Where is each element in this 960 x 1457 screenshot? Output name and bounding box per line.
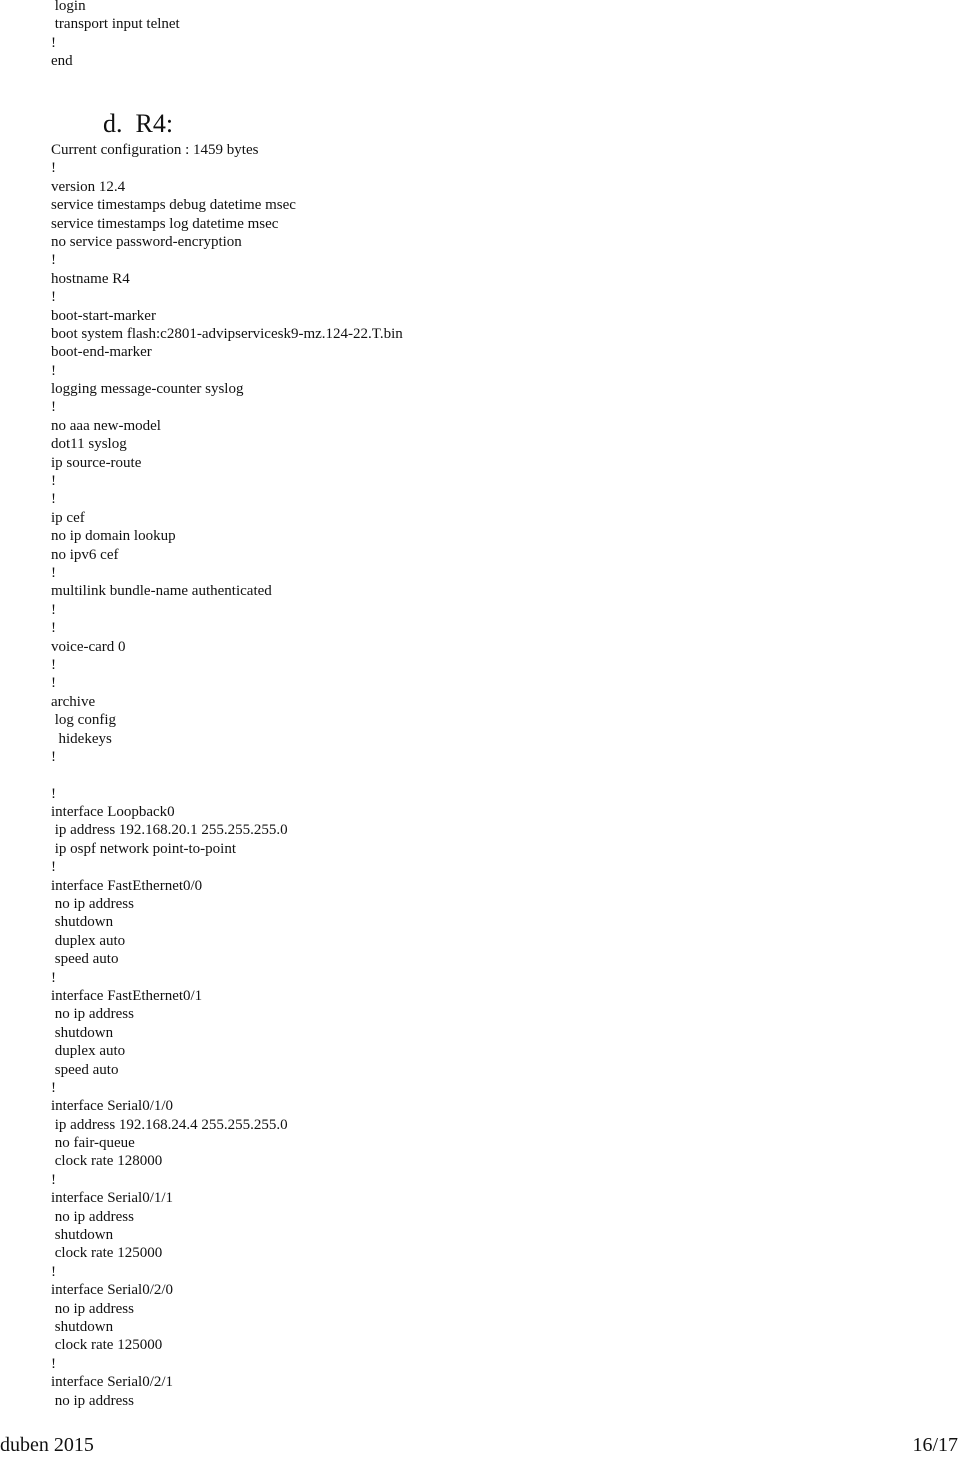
config-line: !	[51, 785, 56, 802]
config-line: speed auto	[51, 951, 119, 968]
config-line: ip cef	[51, 509, 85, 526]
config-line: !	[51, 252, 56, 269]
config-line: service timestamps log datetime msec	[51, 215, 279, 232]
config-line: no aaa new-model	[51, 417, 161, 434]
config-line: interface Serial0/1/1	[51, 1190, 174, 1207]
config-line: clock rate 125000	[51, 1245, 163, 1262]
config-line: clock rate 125000	[51, 1337, 163, 1354]
config-line: !	[51, 656, 56, 673]
config-line: interface FastEthernet0/0	[51, 877, 203, 894]
config-line: no ip address	[51, 1392, 134, 1409]
config-line: no ip address	[51, 896, 134, 913]
config-line: !	[51, 620, 56, 637]
config-line: shutdown	[51, 1227, 114, 1244]
config-line: duplex auto	[51, 1043, 126, 1060]
config-line: shutdown	[51, 1024, 114, 1041]
config-line: ip ospf network point-to-point	[51, 840, 236, 857]
config-line: ip address 192.168.24.4 255.255.255.0	[51, 1116, 288, 1133]
config-line: boot-start-marker	[51, 307, 156, 324]
config-line: hostname R4	[51, 270, 130, 287]
config-line: hidekeys	[51, 730, 112, 747]
config-line: version 12.4	[51, 178, 126, 195]
config-line: log config	[51, 712, 116, 729]
config-line: !	[51, 34, 56, 51]
config-line: end	[51, 53, 73, 70]
config-line: shutdown	[51, 1319, 114, 1335]
config-line: !	[51, 473, 56, 490]
config-line: transport input telnet	[51, 16, 180, 33]
config-line: !	[51, 1079, 56, 1096]
config-line: speed auto	[51, 1061, 119, 1078]
config-line: no ipv6 cef	[51, 546, 119, 563]
config-line: no service password-encryption	[51, 233, 242, 250]
config-line: !	[51, 399, 56, 416]
config-line: ip address 192.168.20.1 255.255.255.0	[51, 822, 288, 839]
config-line: multilink bundle-name authenticated	[51, 583, 272, 600]
config-line: duplex auto	[51, 932, 126, 949]
config-line: Current configuration : 1459 bytes	[51, 142, 259, 158]
config-line: no ip address	[51, 1006, 134, 1023]
config-line: no ip address	[51, 1208, 134, 1225]
config-line: boot-end-marker	[51, 344, 152, 361]
config-line: !	[51, 1263, 56, 1280]
config-line: no fair-queue	[51, 1135, 135, 1152]
config-line: dot11 syslog	[51, 436, 127, 453]
config-line: !	[51, 969, 56, 986]
config-line: interface Serial0/1/0	[51, 1098, 174, 1115]
config-line: !	[51, 491, 56, 508]
config-line: !	[51, 362, 56, 379]
config-line: archive	[51, 693, 96, 710]
config-line: !	[51, 160, 56, 177]
config-line: !	[51, 748, 56, 765]
config-line: !	[51, 1355, 56, 1372]
config-line: !	[51, 1171, 56, 1188]
config-line: interface FastEthernet0/1	[51, 987, 203, 1004]
config-line: no ip domain lookup	[51, 528, 176, 545]
config-line: boot system flash:c2801-advipservicesk9-…	[51, 325, 403, 342]
previous-config-tail: login transport input telnet! end	[51, 0, 180, 71]
section-heading: d. R4:	[103, 109, 174, 138]
config-line: !	[51, 859, 56, 876]
config-line: voice-card 0	[51, 638, 126, 655]
config-line: login	[51, 0, 86, 14]
config-line: ip source-route	[51, 454, 142, 471]
config-line: no ip address	[51, 1300, 134, 1317]
config-line: !	[51, 675, 56, 692]
config-line: interface Serial0/2/1	[51, 1374, 174, 1391]
config-line: !	[51, 601, 56, 618]
config-line: interface Loopback0	[51, 804, 175, 821]
config-line: !	[51, 564, 56, 581]
footer-date: duben 2015	[0, 1434, 94, 1456]
config-line: interface Serial0/2/0	[51, 1282, 174, 1299]
config-line: service timestamps debug datetime msec	[51, 197, 296, 214]
running-config-listing: Current configuration : 1459 bytes! versi…	[51, 141, 403, 1410]
config-line: !	[51, 289, 56, 306]
config-line	[51, 766, 403, 784]
config-line: logging message-counter syslog	[51, 381, 244, 398]
config-line: shutdown	[51, 914, 114, 931]
config-line: clock rate 128000	[51, 1153, 163, 1170]
page-number: 16/17	[912, 1434, 958, 1456]
